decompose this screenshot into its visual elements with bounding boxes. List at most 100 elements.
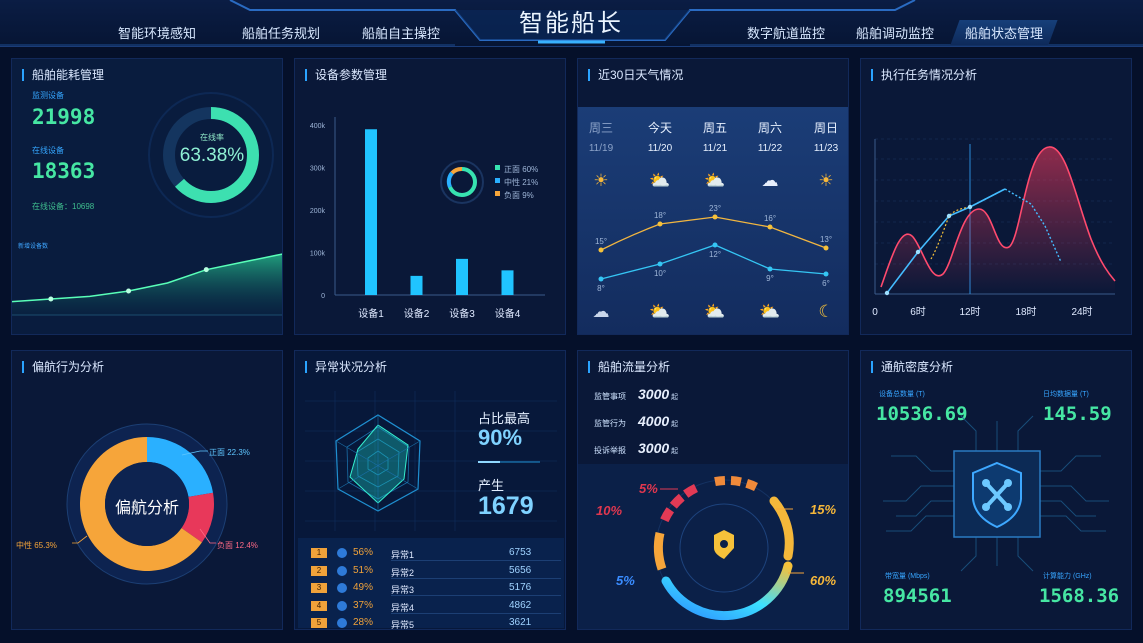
generated-value: 1679 (478, 492, 534, 520)
area-point (203, 267, 209, 273)
rank-globe-icon (337, 548, 347, 558)
weather-icon-night: ☁ (593, 302, 610, 321)
task-point (915, 249, 921, 255)
weather-icon-day: ⛅ (649, 171, 670, 190)
flow-percent-5b: 5% (616, 573, 635, 588)
flow-percent-60: 60% (810, 573, 837, 588)
rank-row[interactable]: 1 56% 异常1 6753 (309, 545, 561, 563)
weather-date: 11/22 (758, 143, 783, 154)
nav-status-management[interactable]: 船舶状态管理 (950, 20, 1058, 45)
rank-row[interactable]: 3 49% 异常3 5176 (309, 580, 561, 598)
weather-date: 11/20 (648, 143, 673, 154)
weather-icon-day: ☀ (593, 171, 608, 190)
nav-dispatch-monitor[interactable]: 船舶调动监控 (856, 23, 934, 42)
y-tick-label: 0 (321, 293, 325, 300)
weather-icon-day: ☀ (818, 171, 833, 190)
low-temp-label: 10° (654, 269, 666, 278)
donut-center-label: 偏航分析 (114, 500, 179, 517)
weather-date: 11/23 (814, 143, 839, 154)
metric-label-4: 计算能力 (GHz) (1043, 573, 1092, 580)
rank-value: 6753 (509, 547, 532, 558)
legend-neutral: 中性 21% (504, 178, 539, 187)
low-temp-label: 9° (766, 274, 774, 283)
low-temp-point (598, 276, 604, 282)
rank-value: 4862 (509, 599, 532, 611)
weather-icon-night: ☾ (818, 302, 833, 321)
weather-date: 11/21 (703, 143, 728, 154)
metric-value-3: 894561 (883, 585, 952, 607)
rank-percent: 28% (353, 617, 374, 628)
y-tick-label: 100k (310, 251, 326, 258)
energy-graphics (12, 92, 282, 316)
task-point (946, 213, 952, 219)
x-tick-label: 6时 (910, 306, 926, 318)
weather-icon-day: ⛅ (704, 171, 725, 190)
anomaly-panel: 异常状况分析 占比最高 90% 产生 1679 1 56% 异常1 6753 2 51% 异… (294, 350, 566, 630)
x-tick-label: 设备4 (495, 307, 521, 320)
low-temp-point (823, 271, 829, 277)
rank-row[interactable]: 4 37% 异常4 4862 (309, 598, 561, 616)
deviation-donut (66, 423, 228, 585)
x-tick-label: 24时 (1071, 306, 1092, 318)
rank-name: 异常5 (391, 620, 415, 630)
ring-label: 在线率 (200, 133, 224, 142)
nav-env-perception[interactable]: 智能环境感知 (118, 23, 196, 42)
flow-percent-5a: 5% (639, 481, 658, 496)
nav-task-planning[interactable]: 船舶任务规划 (242, 23, 320, 42)
metric-label-3: 带宽量 (Mbps) (885, 573, 930, 580)
low-temp-point (712, 242, 718, 248)
flow-gauge (653, 475, 804, 621)
rank-globe-icon (337, 583, 347, 593)
low-temp-label: 12° (709, 250, 721, 259)
x-tick-label: 0 (872, 307, 878, 318)
high-temp-point (767, 224, 773, 230)
flow-percent-15: 15% (810, 502, 837, 517)
nav-status-management-label: 船舶状态管理 (965, 26, 1044, 41)
weather-icon-night: ⛅ (704, 302, 725, 321)
rank-value: 5176 (509, 582, 532, 593)
low-temp-label: 8° (597, 284, 605, 293)
legend-positive: 正面 60% (504, 165, 539, 174)
density-panel: 通航密度分析 设备总数量 (T) 10536.69 日均数据量 (T) 145.… (860, 350, 1132, 630)
weather-day: 今天 (648, 120, 672, 135)
rank-divider (391, 577, 561, 579)
weather-icon-night: ⛅ (759, 302, 780, 321)
rank-divider (391, 595, 561, 596)
rank-row[interactable]: 2 51% 异常2 5656 (309, 563, 561, 581)
x-tick-label: 设备3 (449, 307, 475, 320)
rank-percent: 56% (353, 547, 374, 558)
rank-badge: 5 (311, 618, 327, 628)
bar-3 (456, 258, 468, 295)
ratio-value: 90% (478, 425, 523, 450)
top-header: 智能船长 智能环境感知 船舶任务规划 船舶自主操控 数字航道监控 船舶调动监控 … (0, 0, 1143, 47)
rank-badge: 3 (311, 583, 327, 593)
rank-value: 3621 (509, 617, 532, 628)
nav-channel-monitor[interactable]: 数字航道监控 (747, 23, 825, 42)
high-temp-label: 13° (820, 235, 832, 244)
area-point (48, 296, 54, 302)
task-panel: 执行任务情况分析 0 6时 12时 18时 24时 (860, 58, 1132, 335)
rank-percent: 51% (353, 564, 374, 576)
weather-day: 周六 (758, 121, 782, 135)
weather-day: 周五 (703, 121, 727, 135)
task-line-chart: 0 6时 12时 18时 24时 (872, 138, 1116, 318)
bar-1 (365, 129, 377, 295)
rank-divider (391, 612, 561, 614)
x-tick-label: 设备1 (358, 307, 384, 320)
task-point (967, 204, 973, 210)
high-temp-label: 18° (654, 211, 666, 220)
energy-panel: 船舶能耗管理 监测设备 21998 在线设备 18363 在线设备：10698 … (11, 58, 283, 335)
page-title: 智能船长 (519, 9, 623, 37)
nav-auto-control[interactable]: 船舶自主操控 (362, 23, 440, 42)
flow-panel: 船舶流量分析 监管事项 3000 起监管行为 4000 起投诉举报 3000 起 5%… (577, 350, 849, 630)
label-neutral: 中性 65.3% (16, 541, 57, 550)
y-tick-label: 300k (310, 166, 326, 173)
bar-4 (501, 270, 514, 295)
low-temp-label: 6° (822, 279, 830, 288)
high-temp-point (598, 247, 604, 253)
high-temp-label: 23° (709, 204, 721, 213)
rank-row[interactable]: 5 28% 异常5 3621 (309, 615, 557, 630)
low-temp-point (657, 261, 663, 267)
y-tick-label: 400k (310, 123, 326, 130)
task-point (884, 290, 890, 296)
